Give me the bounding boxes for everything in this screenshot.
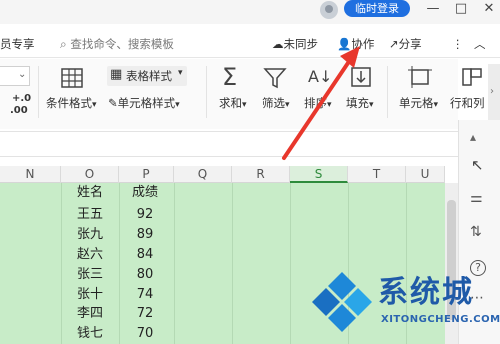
close-button[interactable]: ✕ [480, 1, 498, 17]
select-cursor-icon[interactable]: ↖ [471, 156, 484, 174]
grid-line [232, 183, 233, 344]
score-cell[interactable]: 70 [116, 324, 174, 344]
name-cell[interactable]: 赵六 [61, 245, 119, 265]
settings-slider-icon[interactable]: ⚌ [470, 190, 483, 206]
name-cell[interactable]: 王五 [61, 205, 119, 225]
column-header-o[interactable]: O [61, 166, 119, 183]
header-name-cell[interactable]: 姓名 [61, 183, 119, 203]
column-header-p[interactable]: P [119, 166, 174, 183]
table-style-icon: ▦ [110, 67, 123, 82]
conditional-format-icon [61, 68, 83, 88]
formula-bar[interactable] [0, 131, 458, 157]
chevron-down-icon: ▾ [92, 100, 97, 110]
name-cell[interactable]: 钱七 [61, 324, 119, 344]
ribbon-divider [206, 66, 207, 118]
score-cell[interactable]: 89 [116, 225, 174, 245]
watermark-url: XITONGCHENG.COM [381, 314, 500, 325]
score-cell[interactable]: 74 [116, 285, 174, 305]
ribbon-divider [38, 66, 39, 118]
chevron-down-icon: ⌄ [18, 69, 27, 80]
share-button[interactable]: ↗分享 [389, 35, 422, 53]
decrease-decimal-button[interactable]: .00 [10, 103, 28, 119]
watermark-title: 系统城 [378, 275, 474, 310]
score-cell[interactable]: 80 [116, 265, 174, 285]
score-cell[interactable]: 72 [116, 304, 174, 324]
annotation-arrow [282, 46, 360, 160]
score-cell[interactable]: 84 [116, 245, 174, 265]
member-exclusive-link[interactable]: 员专享 [0, 35, 35, 53]
score-cell[interactable]: 92 [116, 205, 174, 225]
chevron-down-icon: ▾ [178, 68, 183, 78]
watermark-logo [312, 272, 372, 332]
column-header-u[interactable]: U [406, 166, 445, 183]
conditional-format-button[interactable]: 条件格式▾ [46, 95, 97, 113]
restore-button[interactable]: □ [452, 1, 470, 17]
chevron-down-icon: ▾ [433, 100, 439, 110]
cell-icon [408, 66, 432, 88]
column-header-q[interactable]: Q [174, 166, 232, 183]
help-icon[interactable]: ? [470, 260, 486, 276]
column-header-n[interactable]: N [0, 166, 61, 183]
table-style-button[interactable]: ▦ 表格样式 ▾ [107, 66, 187, 86]
sum-button[interactable]: 求和▾ [219, 95, 247, 113]
chevron-right-icon: › [490, 86, 494, 97]
cell-button[interactable]: 单元格▾ [399, 95, 438, 113]
more-options-button[interactable]: ⋮ [452, 35, 464, 53]
number-format-dropdown[interactable]: ⌄ [0, 66, 30, 86]
header-score-cell[interactable]: 成绩 [116, 183, 174, 203]
transfer-icon[interactable]: ⇅ [470, 224, 482, 240]
ribbon-divider [387, 66, 388, 118]
ribbon-scroll-right[interactable]: › [488, 64, 500, 124]
grid-line [174, 183, 175, 344]
name-cell[interactable]: 张三 [61, 265, 119, 285]
search-placeholder: 查找命令、搜索模板 [70, 37, 174, 51]
name-cell[interactable]: 李四 [61, 304, 119, 324]
user-avatar[interactable] [320, 1, 338, 19]
temporary-login-button[interactable]: 临时登录 [344, 0, 410, 17]
search-icon: ⌕ [60, 37, 67, 51]
sigma-icon: Σ [222, 63, 238, 91]
cell-style-button[interactable]: ✎单元格样式▾ [108, 95, 180, 113]
collapse-ribbon-button[interactable]: ︿ [474, 35, 486, 53]
cell-style-icon: ✎ [108, 96, 118, 110]
minimize-button[interactable]: — [424, 1, 442, 17]
row-column-button[interactable]: 行和列 [450, 95, 485, 111]
row-column-icon [462, 68, 482, 86]
command-search-input[interactable]: ⌕ 查找命令、搜索模板 [60, 35, 174, 53]
name-cell[interactable]: 张十 [61, 285, 119, 305]
panel-scroll-up-icon[interactable]: ▴ [470, 130, 476, 144]
chevron-down-icon: ▾ [175, 100, 180, 110]
grid-line [290, 183, 291, 344]
chevron-down-icon: ▾ [242, 100, 247, 110]
share-icon: ↗ [389, 37, 399, 51]
name-cell[interactable]: 张九 [61, 225, 119, 245]
